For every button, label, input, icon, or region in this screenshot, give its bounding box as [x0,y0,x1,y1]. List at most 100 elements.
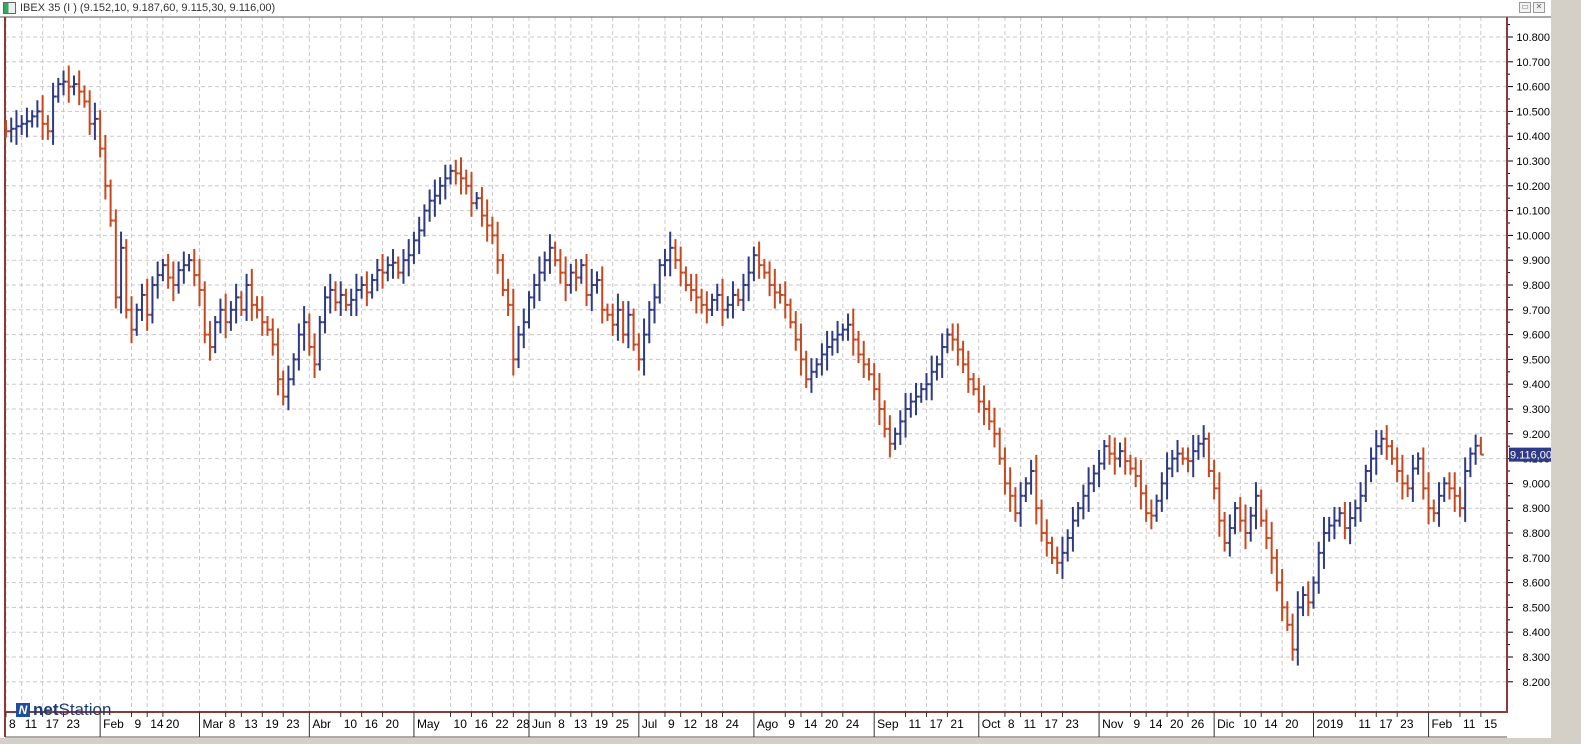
x-tick-label: 28 [516,717,530,731]
x-tick-label: 15 [1484,717,1498,731]
y-tick-label: 10.300 [1516,156,1550,168]
ohlc-bar [1332,506,1338,540]
ohlc-bar [1206,432,1212,478]
x-tick-label: 17 [929,717,943,731]
ohlc-bar [328,273,334,314]
ohlc-bar [1457,487,1463,517]
ohlc-bar [129,296,135,344]
ohlc-bar [1327,516,1333,542]
ohlc-bar [621,301,627,344]
ohlc-bar [1044,519,1050,557]
x-tick-label: 12 [684,717,698,731]
ohlc-bar [1269,521,1275,574]
ohlc-bar [1076,502,1082,527]
ohlc-bar [479,187,485,227]
ohlc-bar [506,278,512,316]
logo-prefix: net [33,700,59,719]
ohlc-bar [1002,447,1008,495]
x-tick-label: 13 [244,717,258,731]
ohlc-bar [1107,435,1113,465]
ohlc-bar [809,358,815,393]
x-tick-label: 19 [595,717,609,731]
ohlc-bar [1217,472,1223,537]
ohlc-bar [192,249,198,287]
x-tick-label: Oct [982,717,1001,731]
ohlc-bar [338,281,344,316]
ohlc-bar [82,85,88,108]
ohlc-bar [1321,516,1327,569]
x-tick-label: Nov [1102,717,1123,731]
ohlc-bar [893,427,899,450]
ohlc-bar [14,110,20,145]
ohlc-bar [961,340,967,374]
ohlc-bar [1050,536,1055,564]
x-tick-label: 17 [1045,717,1059,731]
ohlc-bar [1342,502,1348,540]
ohlc-bar [1311,576,1317,609]
ohlc-bar [1081,484,1087,520]
y-tick-label: 9.200 [1522,429,1550,441]
ohlc-bar [490,216,496,245]
ohlc-bar [317,316,323,371]
price-chart[interactable]: 8.200 8.300 8.400 8.500 8.600 8.700 8.800 8.900… [0,16,1553,738]
ohlc-bar [846,313,852,341]
ohlc-bar [312,333,318,378]
x-tick-label: 20 [825,717,839,731]
ohlc-bar [51,82,57,145]
x-tick-label: 21 [950,717,964,731]
x-tick-label: 2019 [1317,717,1344,731]
ohlc-bar [244,273,250,321]
ohlc-bar [474,192,480,210]
ohlc-bar [1128,454,1134,475]
ohlc-bar [448,164,454,185]
ohlc-bar [715,283,721,312]
ohlc-bar [56,77,62,103]
ohlc-chart-svg[interactable]: 8.200 8.300 8.400 8.500 8.600 8.700 8.800 8.900… [0,16,1553,738]
ohlc-bar [113,209,119,309]
ohlc-bar [982,385,988,426]
ohlc-bar [171,261,177,302]
close-icon[interactable]: ✕ [1533,2,1545,13]
ohlc-bar [919,382,925,403]
ohlc-bar [1039,499,1045,542]
restore-icon[interactable]: ▭ [1519,2,1531,13]
x-tick-label: 20 [1285,717,1299,731]
x-tick-label: 20 [166,717,180,731]
ohlc-bar [375,258,381,292]
ohlc-bar [1253,482,1259,530]
y-tick-label: 9.600 [1522,330,1550,342]
ohlc-bar [532,273,538,309]
ohlc-bar [678,246,684,287]
ohlc-bar [411,231,417,264]
ohlc-bar [207,320,213,361]
y-tick-label: 9.400 [1522,379,1550,391]
x-tick-label: 11 [1024,717,1037,731]
x-tick-label: Dic [1217,717,1234,731]
ohlc-bar [1316,541,1322,594]
y-tick-label: 9.500 [1522,354,1550,366]
ohlc-bar [61,70,67,96]
ohlc-bar [255,296,261,319]
ohlc-bar [929,355,935,401]
y-tick-label: 9.700 [1522,305,1550,317]
ohlc-bar [1175,440,1181,473]
y-tick-label: 8.500 [1522,602,1550,614]
ohlc-bar [542,251,548,282]
chart-window-icon [3,2,16,14]
ohlc-bar [741,273,747,312]
ohlc-bar [840,323,846,341]
ohlc-bar [783,281,789,319]
ohlc-bar [976,378,982,413]
ohlc-bar [234,283,240,324]
ohlc-bar [898,410,904,445]
x-tick-label: Sep [877,717,899,731]
x-tick-label: May [417,717,440,731]
ohlc-bar [103,134,109,200]
ohlc-bar [1290,613,1296,661]
ohlc-bar [187,254,193,272]
ohlc-bar [1201,425,1207,458]
y-tick-label: 8.600 [1522,578,1550,590]
x-tick-label: 23 [1400,717,1414,731]
ohlc-bar [568,263,574,294]
ohlc-bar [1243,504,1249,550]
